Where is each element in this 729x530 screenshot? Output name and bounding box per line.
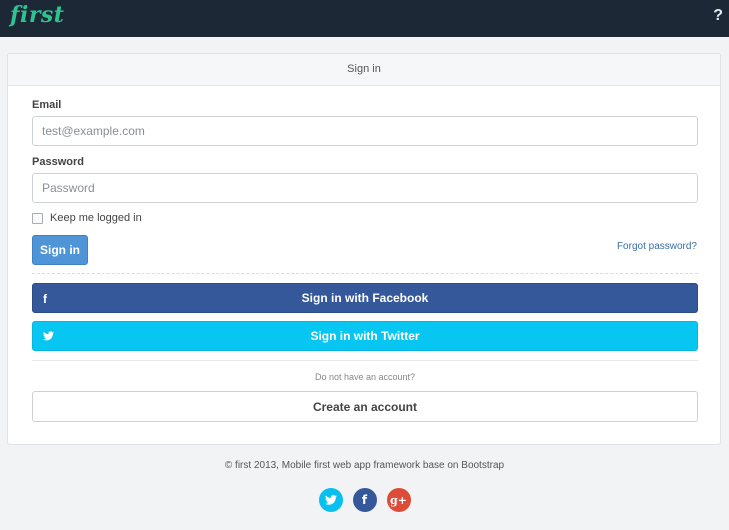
facebook-button-label: Sign in with Facebook bbox=[301, 291, 429, 305]
email-input[interactable] bbox=[32, 116, 698, 146]
forgot-password-link[interactable]: Forgot password? bbox=[617, 241, 697, 252]
email-label: Email bbox=[32, 99, 62, 111]
twitter-icon[interactable] bbox=[318, 488, 343, 512]
facebook-icon: f bbox=[43, 292, 47, 306]
social-links: f g+ bbox=[0, 488, 729, 512]
remember-me-label[interactable]: Keep me logged in bbox=[50, 212, 142, 224]
top-navbar: first ? bbox=[0, 0, 729, 37]
google-plus-icon[interactable]: g+ bbox=[386, 488, 411, 512]
remember-me-checkbox[interactable] bbox=[32, 212, 43, 224]
sign-in-twitter-button[interactable]: Sign in with Twitter bbox=[32, 321, 698, 351]
twitter-button-label: Sign in with Twitter bbox=[310, 329, 420, 343]
divider bbox=[32, 273, 698, 274]
sign-in-button[interactable]: Sign in bbox=[32, 235, 88, 265]
remember-me-row: Keep me logged in bbox=[32, 212, 142, 224]
twitter-icon bbox=[43, 330, 54, 344]
divider bbox=[32, 360, 698, 361]
sign-in-facebook-button[interactable]: f Sign in with Facebook bbox=[32, 283, 698, 313]
help-icon[interactable]: ? bbox=[713, 7, 723, 25]
panel-title: Sign in bbox=[8, 54, 720, 86]
facebook-icon[interactable]: f bbox=[352, 488, 377, 512]
footer-text: © first 2013, Mobile first web app frame… bbox=[224, 460, 505, 471]
signin-panel: Sign in Email Password Keep me logged in… bbox=[7, 53, 721, 445]
create-account-button[interactable]: Create an account bbox=[32, 391, 698, 422]
no-account-text: Do not have an account? bbox=[314, 372, 416, 382]
brand-logo[interactable]: first bbox=[10, 2, 64, 28]
password-input[interactable] bbox=[32, 173, 698, 203]
password-label: Password bbox=[32, 156, 84, 168]
